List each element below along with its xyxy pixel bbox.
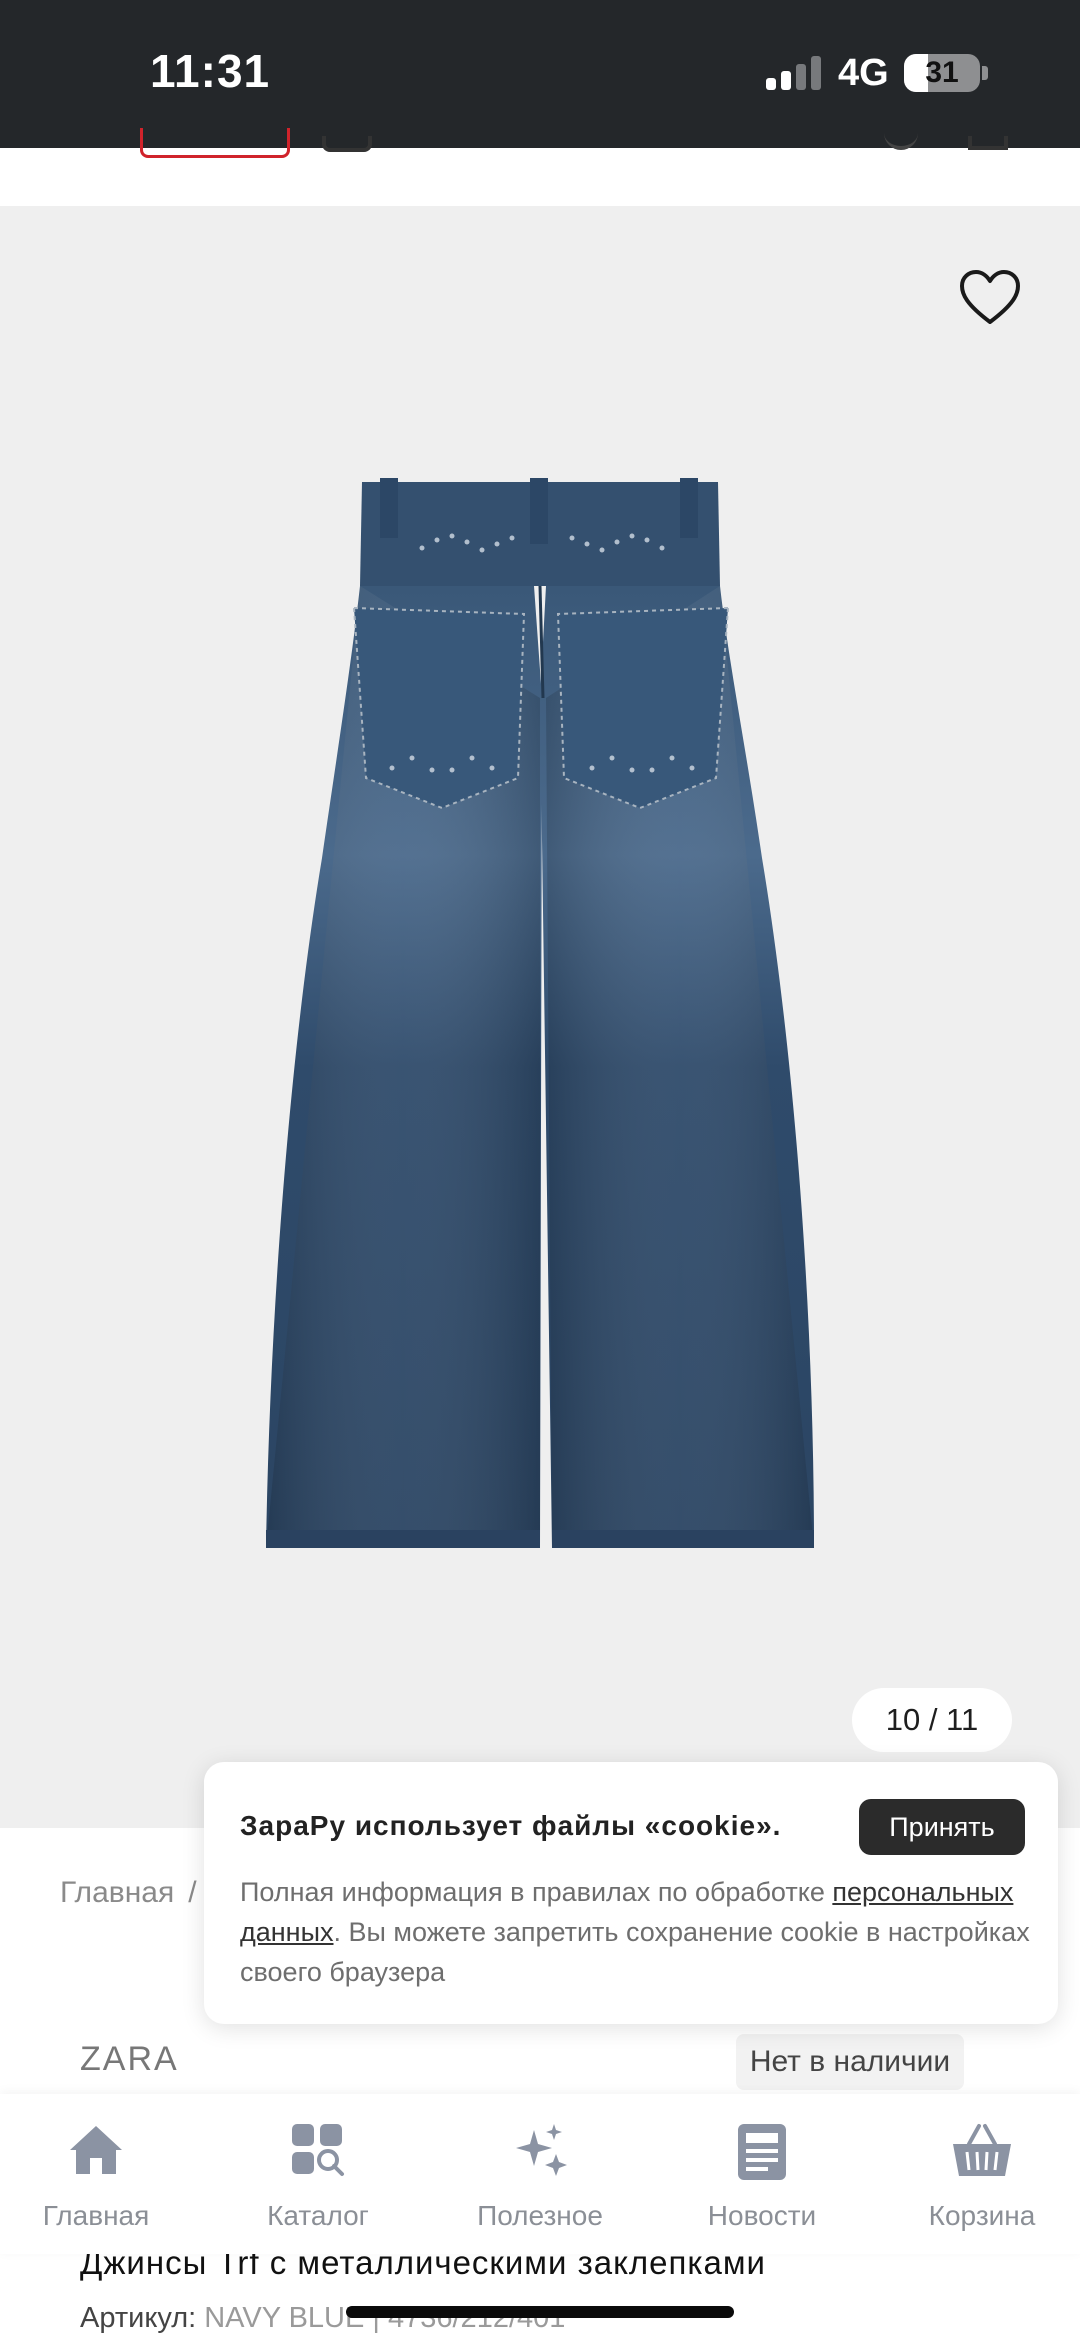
nav-item-cart[interactable]: Корзина [892, 2094, 1072, 2254]
nav-label-home: Главная [42, 2200, 150, 2231]
search-icon[interactable] [322, 136, 372, 152]
nav-item-useful[interactable]: Полезное [450, 2094, 630, 2254]
nav-label-catalog: Каталог [267, 2200, 369, 2231]
status-bar: 11:31 4G 31 [0, 0, 1080, 148]
cookie-title: ЗараРу использует файлы «cookie». [240, 1810, 782, 1841]
breadcrumb: Главная / [60, 1876, 197, 1910]
stock-status-badge: Нет в наличии [736, 2034, 964, 2090]
home-icon [70, 2126, 122, 2174]
nav-item-news[interactable]: Новости [672, 2094, 852, 2254]
catalog-icon [292, 2124, 344, 2176]
nav-label-cart: Корзина [928, 2200, 1036, 2231]
battery-percent: 31 [925, 56, 959, 89]
status-time: 11:31 [150, 45, 271, 97]
nav-item-home[interactable]: Главная [6, 2094, 186, 2254]
cookie-accept-button[interactable]: Принять [859, 1799, 1025, 1855]
gallery-counter: 10 / 11 [852, 1688, 1012, 1752]
favorite-heart-icon[interactable] [958, 268, 1022, 328]
nav-label-news: Новости [707, 2200, 817, 2231]
nav-label-useful: Полезное [477, 2200, 603, 2231]
product-brand[interactable]: ZARA [80, 2040, 179, 2079]
battery-icon: 31 [904, 54, 980, 92]
breadcrumb-separator: / [188, 1876, 197, 1909]
breadcrumb-home-link[interactable]: Главная [60, 1876, 174, 1909]
nav-item-catalog[interactable]: Каталог [228, 2094, 408, 2254]
cookie-text-part: Полная информация в правилах по обработк… [240, 1877, 833, 1907]
sparkles-icon [516, 2124, 567, 2176]
sku-label: Артикул: [80, 2302, 197, 2334]
home-indicator [346, 2306, 734, 2318]
cookie-banner: ЗараРу использует файлы «cookie». Принят… [204, 1762, 1058, 2024]
bottom-navigation: Главная Каталог Полезное Новости Корзина [0, 2094, 1080, 2254]
news-icon [738, 2124, 786, 2180]
network-label: 4G [838, 52, 889, 94]
basket-icon [953, 2124, 1011, 2176]
battery-tip [982, 66, 988, 80]
signal-icon [766, 56, 822, 90]
cookie-text-part: . Вы можете запретить сохранение cookie … [240, 1917, 1030, 1987]
cookie-description: Полная информация в правилах по обработк… [240, 1872, 1030, 1992]
cart-icon[interactable] [968, 136, 1008, 150]
site-logo[interactable] [140, 128, 290, 158]
product-image-jeans[interactable] [262, 478, 820, 1558]
